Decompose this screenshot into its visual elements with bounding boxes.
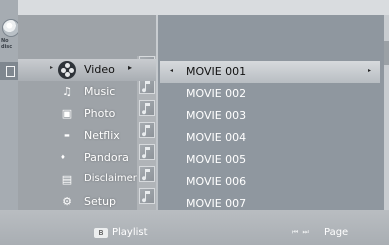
content-item[interactable]: ◂ MOVIE 001 ▸ (160, 61, 380, 83)
content-item[interactable]: MOVIE 006 (160, 171, 380, 193)
scrollbar-thumb[interactable] (384, 41, 389, 65)
right-arrow-icon: ▸ (368, 67, 372, 74)
pandora-icon: ♦ (60, 154, 66, 161)
small-right-arrow-icon: ▸ (50, 64, 54, 71)
content-label: MOVIE 003 (186, 109, 247, 122)
menu-item-pandora[interactable]: ♦ Pandora (18, 147, 156, 169)
content-label: MOVIE 001 (186, 65, 247, 78)
menu-item-disclaimer[interactable]: ▤ Disclaimer (18, 169, 156, 191)
menu-item-label: Disclaimer (84, 173, 137, 184)
disclaimer-icon: ▤ (61, 173, 73, 186)
menu-item-label: Video (84, 63, 115, 76)
content-label: MOVIE 006 (186, 175, 247, 188)
menu-item-photo[interactable]: ▣ Photo (18, 103, 156, 125)
scrollbar[interactable] (384, 15, 389, 210)
menu-item-label: Pandora (84, 151, 129, 164)
left-arrow-icon: ◂ (170, 67, 174, 74)
content-item[interactable]: MOVIE 005 (160, 149, 380, 171)
playlist-label[interactable]: Playlist (112, 227, 148, 238)
content-item[interactable]: MOVIE 004 (160, 127, 380, 149)
content-label: MOVIE 005 (186, 153, 247, 166)
music-icon: ♫ (62, 85, 72, 98)
photo-icon: ▣ (61, 107, 73, 120)
content-label: MOVIE 004 (186, 131, 247, 144)
content-label: MOVIE 002 (186, 87, 247, 100)
content-label: MOVIE 007 (186, 197, 247, 210)
chevron-right-icon: ▸ (128, 63, 133, 72)
menu-item-music[interactable]: ♫ Music (18, 81, 156, 103)
b-key-badge: B (94, 228, 108, 238)
menu-item-netflix[interactable]: ▬ Netflix (18, 125, 156, 147)
content-item[interactable]: MOVIE 002 (160, 83, 380, 105)
skip-buttons-icon: ⏮ ⏭ (292, 228, 310, 236)
disc-status-label: No disc (1, 38, 13, 50)
menu-item-label: Netflix (84, 129, 120, 142)
menu-item-video[interactable]: ▸ Video ▸ (18, 59, 156, 81)
film-reel-icon (58, 61, 76, 79)
slot-icon (6, 66, 15, 77)
gear-icon: ⚙ (62, 195, 72, 208)
netflix-icon: ▬ (64, 132, 70, 139)
menu-item-label: Music (84, 85, 116, 98)
menu-item-label: Photo (84, 107, 116, 120)
media-screen: No disc ▸ Video ▸ ♫ Music ▣ Photo ▬ Netf… (0, 0, 389, 245)
page-label[interactable]: Page (324, 227, 348, 238)
left-column: No disc (0, 0, 20, 245)
content-item[interactable]: MOVIE 003 (160, 105, 380, 127)
top-strip (0, 0, 389, 15)
device-slot-selector[interactable] (0, 62, 18, 80)
menu-item-label: Setup (84, 195, 117, 208)
